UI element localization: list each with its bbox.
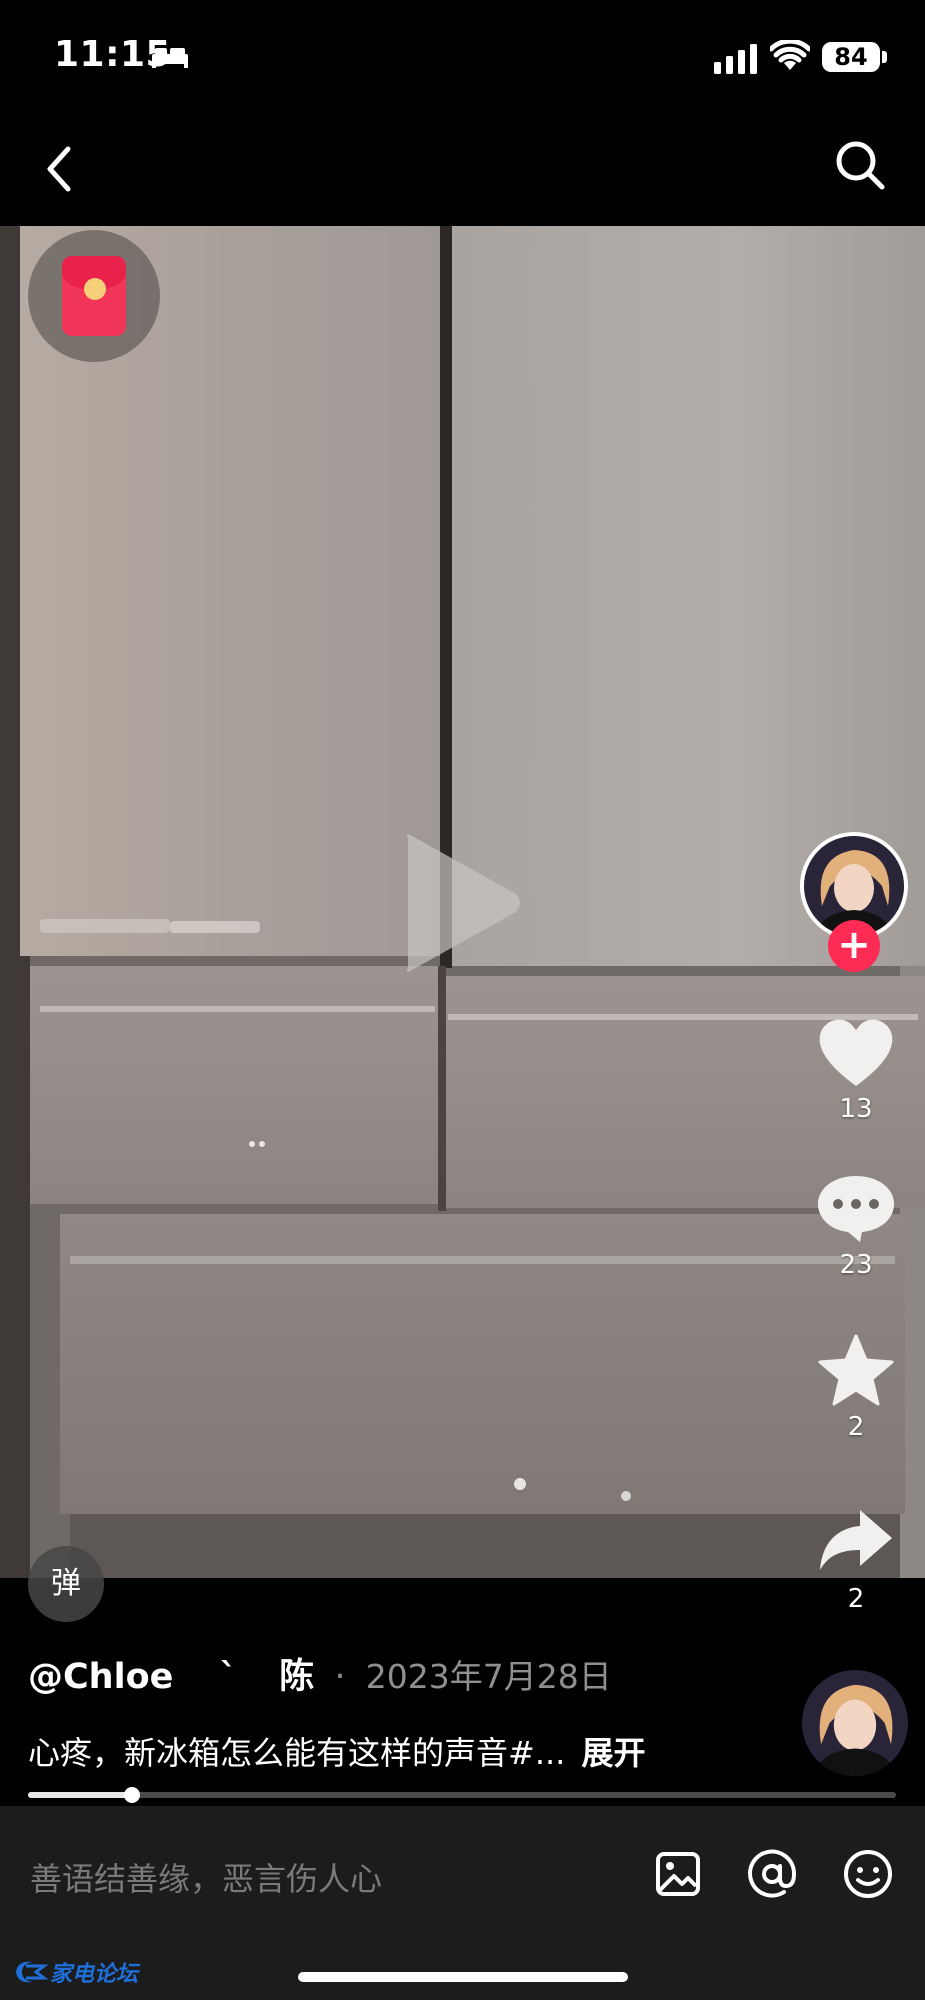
wifi-icon [770,40,810,70]
red-packet-button[interactable] [28,230,160,362]
comment-button[interactable]: 23 [790,1172,922,1280]
danmu-toggle-button[interactable]: 弹 [28,1546,104,1622]
music-disc-avatar[interactable] [802,1670,908,1776]
expand-caption-link[interactable]: 展开 [582,1734,646,1772]
like-count: 13 [839,1094,873,1124]
post-date: 2023年7月28日 [365,1657,612,1696]
comment-count: 23 [839,1250,873,1280]
comment-input[interactable] [28,1848,632,1910]
caption-text: 心疼，新冰箱怎么能有这样的声音#... [28,1734,566,1772]
search-icon[interactable] [830,135,890,195]
music-disc-image [802,1670,908,1776]
share-count: 2 [847,1584,865,1614]
video-progress-bar[interactable] [28,1787,896,1803]
status-bar: 11:15 84 [0,0,925,115]
top-nav-bar [0,115,925,225]
red-packet-coin [84,278,106,300]
author-mark: ˋ [219,1657,238,1697]
action-rail: + 13 23 2 2 [790,826,922,1646]
heart-icon [819,1019,893,1086]
signal-icon [714,44,757,74]
comment-icon [818,1176,894,1242]
author-line: @Chloe ˋ 陈 · 2023年7月28日 [28,1648,612,1699]
bed-icon [152,48,188,68]
video-caption: 心疼，新冰箱怎么能有这样的声音#... 展开 [28,1728,646,1774]
emoji-icon[interactable] [840,1846,896,1902]
progress-fill [28,1792,133,1798]
favorite-button[interactable]: 2 [790,1334,922,1442]
watermark-logo: 家电论坛 [10,1954,140,1990]
favorite-count: 2 [847,1412,865,1442]
follow-button[interactable]: + [828,920,880,972]
star-icon [818,1334,894,1406]
share-icon [820,1510,892,1570]
image-icon[interactable] [650,1846,706,1902]
progress-knob[interactable] [124,1787,141,1803]
mention-icon[interactable] [744,1846,800,1902]
author-handle[interactable]: @Chloe [28,1657,173,1697]
share-button[interactable]: 2 [790,1506,922,1614]
separator-dot: · [334,1657,346,1697]
author-name-suffix[interactable]: 陈 [279,1657,314,1697]
play-icon[interactable] [398,828,526,978]
back-icon[interactable] [36,139,80,199]
home-indicator[interactable] [298,1972,628,1982]
watermark-text: 家电论坛 [50,1962,139,1987]
like-button[interactable]: 13 [790,1016,922,1124]
comment-bar: 家电论坛 [0,1806,925,2000]
battery-indicator: 84 [822,42,880,72]
battery-cap [882,51,887,63]
